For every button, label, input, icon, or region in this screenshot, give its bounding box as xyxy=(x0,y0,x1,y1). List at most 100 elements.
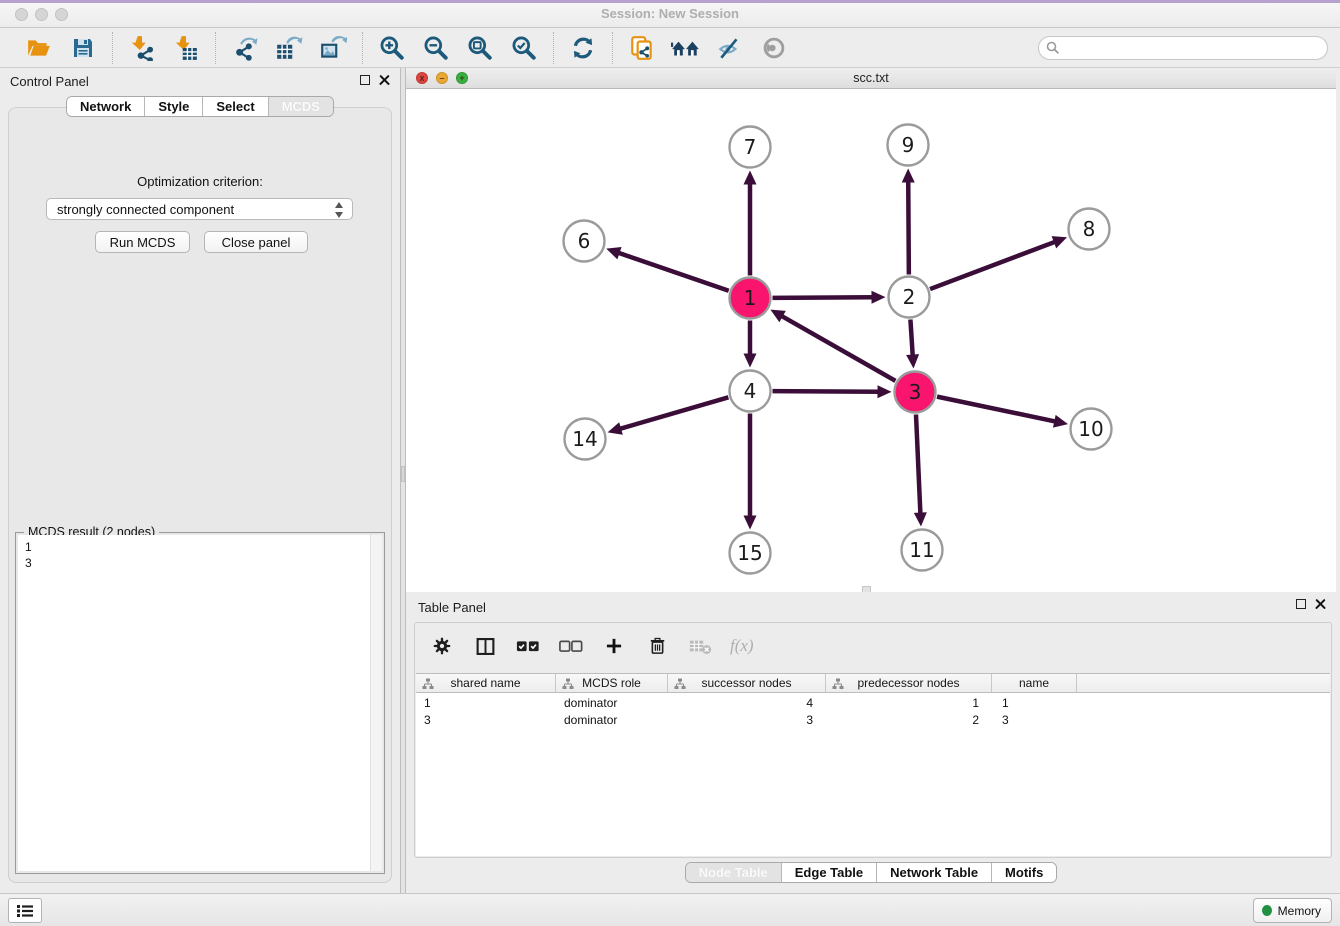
function-icon[interactable]: f(x) xyxy=(730,633,754,659)
deselect-all-icon[interactable] xyxy=(558,633,584,659)
table-toolbar: f(x) xyxy=(415,623,754,669)
tab-style[interactable]: Style xyxy=(145,97,203,116)
graph-node-label-2: 2 xyxy=(903,285,916,309)
search-input[interactable] xyxy=(1038,36,1328,60)
control-panel-header: Control Panel xyxy=(0,68,400,94)
table-panel: Table Panel xyxy=(406,592,1340,893)
close-panel-button[interactable]: Close panel xyxy=(204,231,308,253)
home-icon[interactable] xyxy=(671,33,701,63)
table-tabs: Node Table Edge Table Network Table Moti… xyxy=(406,862,1336,883)
hierarchy-icon xyxy=(674,678,686,690)
memory-status-icon xyxy=(1262,905,1272,916)
zoom-out-icon[interactable] xyxy=(421,33,451,63)
network-canvas[interactable]: 7968124314101511 xyxy=(406,89,1336,592)
graph-edge-4-3[interactable] xyxy=(772,391,879,392)
run-mcds-button[interactable]: Run MCDS xyxy=(95,231,190,253)
close-table-panel-icon[interactable] xyxy=(1315,598,1326,609)
zoom-selected-icon[interactable] xyxy=(509,33,539,63)
graph-edge-arrowhead xyxy=(871,291,885,304)
control-panel-tabs: Network Style Select MCDS xyxy=(66,96,334,117)
graph-edge-3-1[interactable] xyxy=(781,316,896,381)
refresh-icon[interactable] xyxy=(568,33,598,63)
hierarchy-icon xyxy=(562,678,574,690)
graph-edge-2-3[interactable] xyxy=(910,319,912,356)
node-table-header: shared name MCDS role successor nodes xyxy=(416,673,1330,693)
graph-edge-2-8[interactable] xyxy=(930,242,1056,290)
eye-slash-icon[interactable] xyxy=(715,33,745,63)
control-panel-title: Control Panel xyxy=(10,74,89,89)
table-row[interactable]: 3 dominator 3 2 3 xyxy=(416,712,1330,729)
gear-icon[interactable] xyxy=(429,633,455,659)
table-row[interactable]: 1 dominator 4 1 1 xyxy=(416,695,1330,712)
graph-node-label-4: 4 xyxy=(744,379,757,403)
status-bar: Memory xyxy=(0,893,1340,926)
column-header-predecessor-nodes[interactable]: predecessor nodes xyxy=(826,674,992,692)
graph-edge-arrowhead xyxy=(744,171,757,185)
graph-edge-4-14[interactable] xyxy=(619,397,728,429)
graph-edge-1-2[interactable] xyxy=(772,297,873,298)
graph-edge-2-9[interactable] xyxy=(908,180,909,274)
network-graph[interactable]: 7968124314101511 xyxy=(406,89,1336,592)
criterion-select[interactable]: strongly connected component xyxy=(46,198,353,220)
column-header-mcds-role[interactable]: MCDS role xyxy=(556,674,668,692)
graph-edge-3-11[interactable] xyxy=(916,414,920,514)
graph-node-label-3: 3 xyxy=(909,380,922,404)
window-titlebar: Session: New Session xyxy=(0,0,1340,28)
graph-edge-3-10[interactable] xyxy=(937,397,1056,422)
graph-edge-1-6[interactable] xyxy=(618,253,729,291)
table-frame: f(x) shared name MCDS role xyxy=(414,622,1332,858)
mcds-panel: Optimization criterion: strongly connect… xyxy=(8,107,392,883)
tab-motifs[interactable]: Motifs xyxy=(992,863,1056,882)
add-icon[interactable] xyxy=(601,633,627,659)
export-network-icon[interactable] xyxy=(230,33,260,63)
import-network-icon[interactable] xyxy=(127,33,157,63)
tab-node-table[interactable]: Node Table xyxy=(686,863,782,882)
clone-network-icon[interactable] xyxy=(627,33,657,63)
export-table-icon[interactable] xyxy=(274,33,304,63)
list-icon xyxy=(16,904,34,918)
graph-node-label-7: 7 xyxy=(744,135,757,159)
save-icon[interactable] xyxy=(68,33,98,63)
select-all-icon[interactable] xyxy=(515,633,541,659)
open-folder-icon[interactable] xyxy=(24,33,54,63)
graph-node-label-10: 10 xyxy=(1078,417,1103,441)
select-stepper-icon xyxy=(334,202,344,218)
zoom-fit-icon[interactable] xyxy=(465,33,495,63)
graph-edge-arrowhead xyxy=(744,354,757,368)
graph-node-label-14: 14 xyxy=(572,427,597,451)
application-window: Session: New Session xyxy=(0,0,1340,926)
graph-edge-arrowhead xyxy=(877,385,891,398)
float-panel-icon[interactable] xyxy=(360,75,370,85)
graph-edge-arrowhead xyxy=(914,512,927,526)
column-header-name[interactable]: name xyxy=(992,674,1077,692)
close-panel-icon[interactable] xyxy=(379,74,390,85)
node-table: shared name MCDS role successor nodes xyxy=(416,673,1330,856)
columns-icon[interactable] xyxy=(472,633,498,659)
memory-button[interactable]: Memory xyxy=(1253,898,1332,923)
graph-edge-arrowhead xyxy=(1052,236,1067,248)
search-field-wrap xyxy=(1038,36,1328,60)
table-panel-title: Table Panel xyxy=(418,600,486,615)
export-image-icon[interactable] xyxy=(318,33,348,63)
memory-label: Memory xyxy=(1278,904,1321,918)
graph-node-label-8: 8 xyxy=(1083,217,1096,241)
mcds-result-text[interactable]: 1 3 xyxy=(18,535,370,871)
tab-edge-table[interactable]: Edge Table xyxy=(782,863,877,882)
zoom-in-icon[interactable] xyxy=(377,33,407,63)
tab-network-table[interactable]: Network Table xyxy=(877,863,992,882)
eye-icon[interactable] xyxy=(759,33,789,63)
task-history-button[interactable] xyxy=(8,898,42,923)
tab-network[interactable]: Network xyxy=(67,97,145,116)
delete-icon[interactable] xyxy=(644,633,670,659)
delete-table-icon[interactable] xyxy=(687,633,713,659)
mcds-result-scrollbar[interactable] xyxy=(370,535,382,871)
optimization-criterion-label: Optimization criterion: xyxy=(9,174,391,189)
splitter-handle[interactable] xyxy=(401,466,405,482)
graph-node-label-6: 6 xyxy=(578,229,591,253)
float-table-panel-icon[interactable] xyxy=(1296,599,1306,609)
column-header-successor-nodes[interactable]: successor nodes xyxy=(668,674,826,692)
import-table-icon[interactable] xyxy=(171,33,201,63)
tab-select[interactable]: Select xyxy=(203,97,268,116)
tab-mcds[interactable]: MCDS xyxy=(269,97,333,116)
column-header-shared-name[interactable]: shared name xyxy=(416,674,556,692)
